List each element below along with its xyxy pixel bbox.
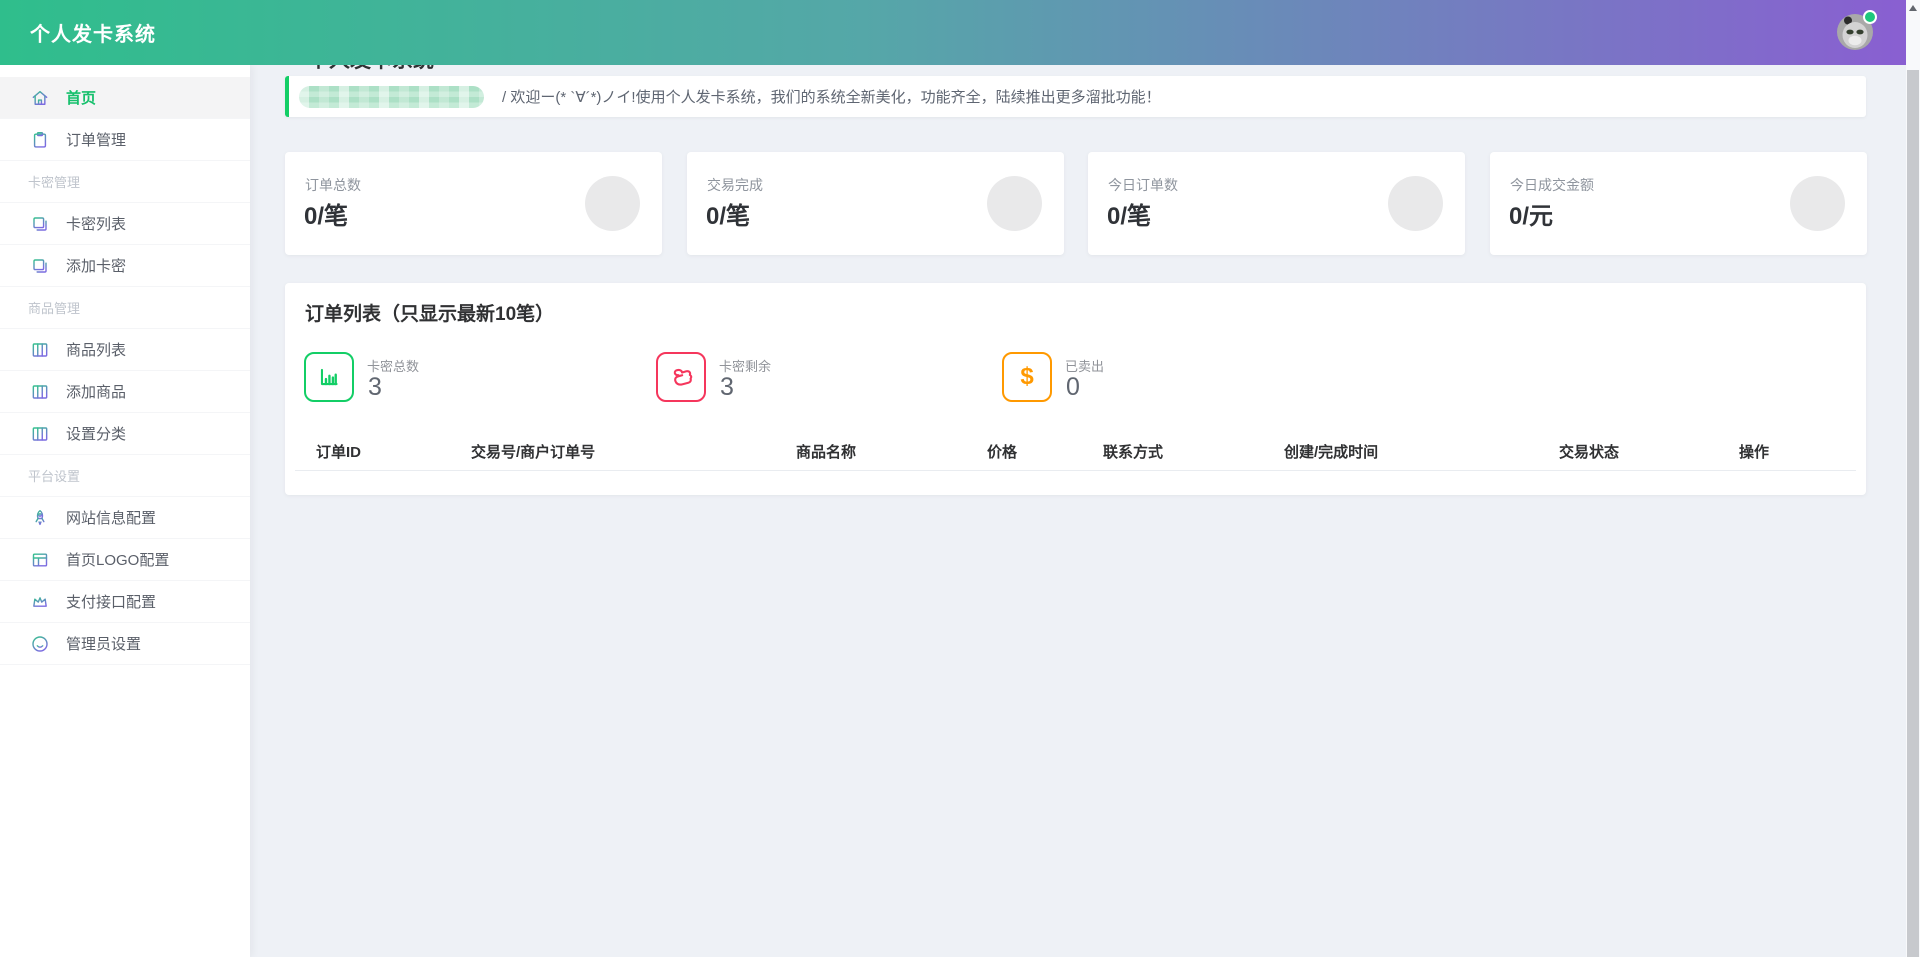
sidebar-item-label: 卡密列表 — [66, 216, 127, 233]
sidebar-item-label: 商品列表 — [66, 342, 127, 359]
online-status-dot — [1863, 10, 1877, 24]
sidebar-item-categories[interactable]: 设置分类 — [0, 413, 250, 455]
sidebar-section-label: 平台设置 — [28, 469, 81, 484]
stat-value: 0/笔 — [304, 203, 349, 230]
mini-stat-value: 0 — [1066, 373, 1080, 401]
stat-label: 今日成交金额 — [1510, 177, 1594, 193]
sidebar-item-card-list[interactable]: 卡密列表 — [0, 203, 250, 245]
col-order-id: 订单ID — [316, 444, 362, 461]
sidebar-item-label: 设置分类 — [66, 426, 127, 443]
clipboard-icon — [30, 130, 50, 150]
stat-icon-placeholder — [1388, 176, 1443, 231]
sidebar-item-add-card[interactable]: 添加卡密 — [0, 245, 250, 287]
sidebar-section-products: 商品管理 — [0, 287, 250, 329]
sidebar-item-payment-config[interactable]: 支付接口配置 — [0, 581, 250, 623]
col-trade-status: 交易状态 — [1559, 444, 1620, 461]
sidebar-section-label: 商品管理 — [28, 301, 81, 316]
vertical-scrollbar[interactable] — [1906, 0, 1920, 957]
stat-value: 0/笔 — [706, 203, 751, 230]
sidebar-section-cards: 卡密管理 — [0, 161, 250, 203]
notebook-icon — [30, 382, 50, 402]
scrollbar-thumb[interactable] — [1907, 70, 1919, 957]
sidebar-section-label: 卡密管理 — [28, 175, 81, 190]
stat-label: 订单总数 — [305, 177, 361, 193]
stat-icon-placeholder — [1790, 176, 1845, 231]
dollar-icon: $ — [1002, 352, 1052, 402]
sidebar-item-label: 支付接口配置 — [66, 594, 157, 611]
order-table-header: 订单ID 交易号/商户订单号 商品名称 价格 联系方式 创建/完成时间 交易状态… — [285, 441, 1866, 469]
sidebar-item-label: 首页 — [66, 90, 97, 107]
home-icon — [30, 88, 50, 108]
stat-label: 交易完成 — [707, 177, 763, 193]
col-actions: 操作 — [1739, 444, 1770, 461]
sidebar-item-label: 添加卡密 — [66, 258, 127, 275]
app-root: 个人发卡系统 个人发卡系统 首页 — [0, 0, 1920, 957]
sidebar-item-label: 首页LOGO配置 — [66, 552, 170, 569]
scroll-up-arrow-icon[interactable] — [1909, 5, 1917, 11]
sidebar-item-label: 管理员设置 — [66, 636, 142, 653]
notebook-icon — [30, 424, 50, 444]
app-header: 个人发卡系统 — [0, 0, 1920, 65]
order-list-title: 订单列表（只显示最新10笔） — [305, 304, 555, 325]
hand-icon — [656, 352, 706, 402]
rocket-icon — [30, 508, 50, 528]
sidebar-item-site-config[interactable]: 网站信息配置 — [0, 497, 250, 539]
col-created-time: 创建/完成时间 — [1284, 444, 1379, 461]
sidebar-section-platform: 平台设置 — [0, 455, 250, 497]
sidebar-item-add-product[interactable]: 添加商品 — [0, 371, 250, 413]
sidebar-item-logo-config[interactable]: 首页LOGO配置 — [0, 539, 250, 581]
welcome-banner: / 欢迎ー(* `∀´*)ノイ!使用个人发卡系统，我们的系统全新美化，功能齐全，… — [285, 76, 1866, 117]
welcome-text: / 欢迎ー(* `∀´*)ノイ!使用个人发卡系统，我们的系统全新美化，功能齐全，… — [502, 89, 1161, 106]
col-price: 价格 — [987, 444, 1018, 461]
col-product-name: 商品名称 — [796, 444, 857, 461]
notebook-icon — [30, 340, 50, 360]
sidebar: 首页 订单管理 卡密管理 卡密列表 添加卡密 商品管理 商品列表 添加商品 设置… — [0, 65, 250, 957]
stat-icon-placeholder — [585, 176, 640, 231]
col-contact: 联系方式 — [1103, 444, 1164, 461]
stat-card-completed-trades: 交易完成 0/笔 — [687, 152, 1064, 255]
app-title: 个人发卡系统 — [30, 24, 156, 46]
sidebar-item-label: 订单管理 — [66, 132, 127, 149]
sidebar-item-product-list[interactable]: 商品列表 — [0, 329, 250, 371]
user-avatar[interactable] — [1836, 10, 1877, 51]
redacted-site-name — [299, 85, 484, 108]
stat-value: 0/元 — [1509, 203, 1554, 230]
stat-card-total-orders: 订单总数 0/笔 — [285, 152, 662, 255]
sidebar-item-orders[interactable]: 订单管理 — [0, 119, 250, 161]
table-header-divider — [295, 470, 1856, 471]
copy-icon — [30, 256, 50, 276]
smiley-icon — [30, 634, 50, 654]
crown-icon — [30, 592, 50, 612]
stat-label: 今日订单数 — [1108, 177, 1178, 193]
bar-chart-icon — [304, 352, 354, 402]
sidebar-item-label: 添加商品 — [66, 384, 127, 401]
sidebar-item-home[interactable]: 首页 — [0, 77, 250, 119]
sidebar-item-admin-settings[interactable]: 管理员设置 — [0, 623, 250, 665]
stat-card-today-orders: 今日订单数 0/笔 — [1088, 152, 1465, 255]
stat-icon-placeholder — [987, 176, 1042, 231]
mini-stat-value: 3 — [720, 373, 734, 401]
layout-icon — [30, 550, 50, 570]
mini-stat-value: 3 — [368, 373, 382, 401]
col-trade-no: 交易号/商户订单号 — [471, 444, 596, 461]
copy-icon — [30, 214, 50, 234]
order-list-panel: 订单列表（只显示最新10笔） 卡密总数 3 卡密剩余 3 $ 已卖出 0 订单I… — [285, 283, 1866, 495]
stat-card-today-amount: 今日成交金额 0/元 — [1490, 152, 1867, 255]
sidebar-item-label: 网站信息配置 — [66, 510, 157, 527]
stat-value: 0/笔 — [1107, 203, 1152, 230]
